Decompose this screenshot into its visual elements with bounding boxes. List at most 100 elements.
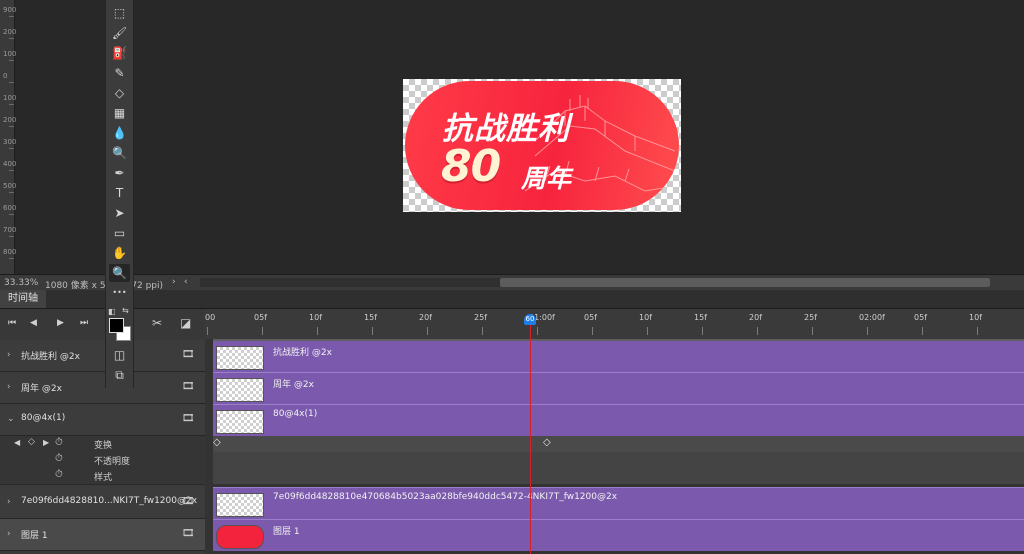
layer-name: 图层 1 [21, 531, 48, 541]
layer-clip[interactable]: 图层 1 [213, 519, 1024, 551]
gradient-icon[interactable]: ▦ [109, 104, 130, 122]
pen-icon[interactable]: ✒ [109, 164, 130, 182]
clip-thumbnail [216, 378, 264, 402]
expand-chevron-icon[interactable]: › [7, 497, 11, 507]
clip-name: 周年 @2x [273, 380, 314, 390]
film-icon[interactable]: 🎞 [182, 496, 195, 507]
prev-keyframe-icon[interactable]: ◀ [14, 438, 20, 447]
brush-icon[interactable]: 🖌 [109, 24, 130, 42]
time-tick [922, 327, 923, 335]
layer-list: › 抗战胜利 @2x 🎞 › 周年 @2x 🎞 ⌄ 80@4x(1) 🎞 ◀ ◇ ▶ ⏱ 变换 ⏱ 不透明度 ⏱… [0, 339, 205, 554]
clip-name: 抗战胜利 @2x [273, 348, 332, 358]
zoom-level[interactable]: 33.33% [4, 278, 38, 288]
status-menu-arrow[interactable]: › [172, 277, 176, 287]
time-label: 05f [254, 313, 267, 322]
type-icon[interactable]: T [109, 184, 130, 202]
film-icon[interactable]: 🎞 [182, 413, 195, 424]
horizontal-scrollbar[interactable] [200, 278, 990, 287]
more-tools-icon[interactable]: ••• [109, 284, 130, 302]
clip-thumbnail [216, 410, 264, 434]
expand-chevron-icon[interactable]: › [7, 350, 11, 360]
ruler-tick [9, 192, 14, 193]
quick-mask-icon[interactable]: ◫ [109, 346, 130, 364]
ruler-label: 100 [3, 50, 17, 58]
time-tick [262, 327, 263, 335]
scrollbar-thumb[interactable] [500, 278, 990, 287]
time-tick [647, 327, 648, 335]
rectangle-icon[interactable]: ▭ [109, 224, 130, 242]
layer-name: 7e09f6dd4828810...NKI7T_fw1200@2x [21, 496, 198, 506]
property-row[interactable]: ⏱ 不透明度 [0, 452, 205, 469]
next-keyframe-icon[interactable]: ▶ [43, 438, 49, 447]
ruler-label: 0 [3, 72, 8, 80]
keyframe-diamond[interactable]: ◇ [213, 437, 221, 448]
layer-clip[interactable]: 周年 @2x [213, 372, 1024, 404]
layer-row[interactable]: › 7e09f6dd4828810...NKI7T_fw1200@2x 🎞 [0, 487, 205, 519]
playhead-handle[interactable]: 60 [524, 314, 536, 325]
blur-icon[interactable]: 💧 [109, 124, 130, 142]
layer-clip[interactable]: 80@4x(1) [213, 404, 1024, 436]
layer-row[interactable]: › 抗战胜利 @2x 🎞 [0, 340, 205, 372]
property-row[interactable]: ◀ ◇ ▶ ⏱ 变换 [0, 436, 205, 453]
scroll-left-arrow[interactable]: ‹ [184, 277, 188, 287]
hand-icon[interactable]: ✋ [109, 244, 130, 262]
clip-name: 80@4x(1) [273, 409, 318, 419]
layer-row[interactable]: ⌄ 80@4x(1) 🎞 [0, 404, 205, 436]
expand-chevron-icon[interactable]: ⌄ [7, 414, 15, 424]
stopwatch-icon[interactable]: ⏱ [55, 469, 63, 480]
film-icon[interactable]: 🎞 [182, 528, 195, 539]
anniversary-badge: 抗战胜利 80 周年 [405, 81, 679, 210]
layer-row[interactable]: › 图层 1 🎞 [0, 519, 205, 551]
path-select-icon[interactable]: ➤ [109, 204, 130, 222]
ruler-tick [9, 16, 14, 17]
time-label: 10f [309, 313, 322, 322]
ruler-tick [9, 236, 14, 237]
swap-colors-icon[interactable]: ⇆ [122, 306, 129, 315]
time-label: 20f [419, 313, 432, 322]
add-keyframe-icon[interactable]: ◇ [28, 437, 35, 447]
transition-icon[interactable]: ◪ [180, 316, 191, 330]
history-brush-icon[interactable]: ✎ [109, 64, 130, 82]
playhead-line [530, 321, 531, 554]
time-ruler[interactable]: 00 05f 10f 15f 20f 25f 01:00f 05f 10f 15f 20f 25f 02… [205, 309, 1024, 340]
ruler-tick [9, 258, 14, 259]
stopwatch-icon[interactable]: ⏱ [55, 453, 63, 464]
work-area-bar[interactable] [213, 339, 1024, 341]
ruler-label: 500 [3, 182, 17, 190]
time-tick [977, 327, 978, 335]
layer-row[interactable]: › 周年 @2x 🎞 [0, 372, 205, 404]
layer-clip[interactable]: 抗战胜利 @2x [213, 340, 1024, 372]
film-icon[interactable]: 🎞 [182, 381, 195, 392]
ruler-tick [9, 60, 14, 61]
scissors-icon[interactable]: ✂ [152, 316, 162, 330]
zoom-icon[interactable]: 🔍 [109, 264, 130, 282]
time-tick [317, 327, 318, 335]
eraser-icon[interactable]: ◇ [109, 84, 130, 102]
play-icon[interactable]: ▶ [57, 318, 64, 328]
screen-mode-icon[interactable]: ⧉ [109, 366, 130, 384]
default-colors-icon[interactable]: ◧ [108, 307, 116, 316]
marquee-icon[interactable]: ⬚ [109, 4, 130, 22]
ruler-label: 600 [3, 204, 17, 212]
tab-timeline[interactable]: 时间轴 [0, 290, 46, 308]
property-row[interactable]: ⏱ 样式 [0, 468, 205, 485]
foreground-color-swatch[interactable] [109, 318, 124, 333]
time-tick [757, 327, 758, 335]
stopwatch-icon[interactable]: ⏱ [55, 437, 63, 448]
film-icon[interactable]: 🎞 [182, 349, 195, 360]
expand-chevron-icon[interactable]: › [7, 382, 11, 392]
vertical-ruler: 900 200 100 0 100 200 300 400 500 600 700 800 [0, 0, 17, 274]
next-frame-icon[interactable]: ⏭ [80, 318, 88, 328]
expand-chevron-icon[interactable]: › [7, 529, 11, 539]
dodge-icon[interactable]: 🔍 [109, 144, 130, 162]
prev-frame-icon[interactable]: ◀ [30, 318, 37, 328]
time-tick [372, 327, 373, 335]
property-track[interactable] [213, 468, 1024, 484]
first-frame-icon[interactable]: ⏮ [8, 318, 16, 328]
keyframe-diamond[interactable]: ◇ [543, 437, 551, 448]
layer-clip[interactable]: 7e09f6dd4828810e470684b5023aa028bfe940dd… [213, 487, 1024, 519]
property-track[interactable]: ◇ ◇ [213, 436, 1024, 452]
document-canvas[interactable]: 抗战胜利 80 周年 [403, 79, 681, 212]
property-track[interactable] [213, 452, 1024, 468]
stamp-icon[interactable]: ⛽ [109, 44, 130, 62]
